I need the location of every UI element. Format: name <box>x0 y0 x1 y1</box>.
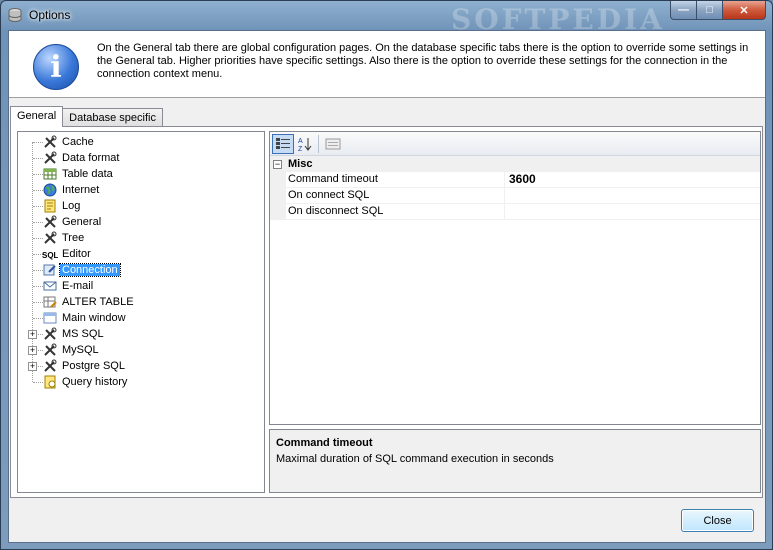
tools-icon <box>42 230 58 246</box>
svg-text:A: A <box>298 138 303 145</box>
property-value[interactable]: 3600 <box>505 172 760 187</box>
category-label: Misc <box>288 158 313 170</box>
dialog-client: i On the General tab there are global co… <box>8 30 766 543</box>
minimize-button[interactable]: — <box>670 1 697 20</box>
tab-strip: General Database specific <box>10 106 163 127</box>
tree-item-main-window[interactable]: Main window <box>42 310 128 326</box>
tree-item-postgre-sql[interactable]: Postgre SQL <box>42 358 127 374</box>
tree-item-general[interactable]: General <box>42 214 103 230</box>
log-icon <box>42 198 58 214</box>
tree-item-label: MS SQL <box>62 328 104 340</box>
svg-text:Z: Z <box>298 146 303 152</box>
globe-icon <box>42 182 58 198</box>
maximize-button[interactable]: □ <box>697 1 723 20</box>
tree-item-label: Internet <box>62 184 100 196</box>
tree-item-table-data[interactable]: Table data <box>42 166 115 182</box>
tree-item-label: E-mail <box>62 280 94 292</box>
tools-icon <box>42 134 58 150</box>
tools-icon <box>42 326 58 342</box>
property-name: On disconnect SQL <box>286 204 505 219</box>
tree-item-label: Query history <box>62 376 128 388</box>
close-window-button[interactable]: ✕ <box>723 1 766 20</box>
property-toolbar: A Z <box>270 132 760 156</box>
tab-panel: Cache Data format Table data Internet Log Gen… <box>10 126 763 498</box>
expand-icon[interactable]: + <box>28 362 37 371</box>
categorized-button[interactable] <box>272 134 294 154</box>
database-icon <box>8 8 22 22</box>
history-icon <box>42 374 58 390</box>
property-row[interactable]: Command timeout 3600 <box>270 172 760 188</box>
window-title: Options <box>29 8 71 22</box>
info-text: On the General tab there are global conf… <box>97 42 749 80</box>
categorized-icon <box>276 138 290 149</box>
svg-text:SQL: SQL <box>42 251 58 260</box>
tree-item-editor[interactable]: SQL Editor <box>42 246 93 262</box>
tree-item-label: Table data <box>62 168 113 180</box>
table-icon <box>42 166 58 182</box>
tools-icon <box>42 150 58 166</box>
description-panel: Command timeout Maximal duration of SQL … <box>269 429 761 493</box>
sql-icon: SQL <box>42 246 58 262</box>
sort-az-icon: A Z <box>298 138 312 152</box>
tree-item-mysql[interactable]: MySQL <box>42 342 101 358</box>
window-icon <box>42 310 58 326</box>
tree-item-log[interactable]: Log <box>42 198 82 214</box>
alter-table-icon <box>42 294 58 310</box>
tree-item-label: Tree <box>62 232 85 244</box>
info-panel: i On the General tab there are global co… <box>9 31 765 98</box>
property-rows: − Misc Command timeout 3600 On connect S… <box>270 156 760 220</box>
description-text: Maximal duration of SQL command executio… <box>276 453 554 465</box>
tree-item-label: General <box>62 216 102 228</box>
tree-item-label: MySQL <box>62 344 99 356</box>
title-bar[interactable]: Options SOFTPEDIA — □ ✕ <box>1 1 772 36</box>
tree-item-label: Postgre SQL <box>62 360 125 372</box>
property-pages-button[interactable] <box>322 134 344 154</box>
property-value[interactable] <box>505 204 760 219</box>
tree-item-tree[interactable]: Tree <box>42 230 86 246</box>
tree-item-label: Cache <box>62 136 94 148</box>
category-row[interactable]: − Misc <box>270 156 760 172</box>
tools-icon <box>42 358 58 374</box>
tree-item-label: ALTER TABLE <box>62 296 134 308</box>
tab-database-specific[interactable]: Database specific <box>62 108 163 127</box>
property-name: On connect SQL <box>286 188 505 203</box>
tools-icon <box>42 214 58 230</box>
tree-item-connection[interactable]: Connection <box>42 262 121 278</box>
tree-item-label: Connection <box>59 263 121 277</box>
tools-icon <box>42 342 58 358</box>
tree-item-label: Log <box>62 200 81 212</box>
info-icon: i <box>33 44 79 90</box>
property-row[interactable]: On disconnect SQL <box>270 204 760 220</box>
property-name: Command timeout <box>286 172 505 187</box>
tree-item-alter-table[interactable]: ALTER TABLE <box>42 294 136 310</box>
alphabetical-button[interactable]: A Z <box>294 134 316 154</box>
collapse-icon[interactable]: − <box>273 159 282 169</box>
options-window: Options SOFTPEDIA — □ ✕ i On the General… <box>0 0 773 550</box>
property-grid: A Z − Misc Command timeout 3600 On conne… <box>269 131 761 425</box>
maximize-icon: □ <box>706 4 713 16</box>
property-pages-icon <box>325 138 341 150</box>
expand-icon[interactable]: + <box>28 346 37 355</box>
toolbar-separator <box>318 135 319 153</box>
tree-item-data-format[interactable]: Data format <box>42 150 121 166</box>
tree-item-label: Data format <box>62 152 120 164</box>
tree-item-query-history[interactable]: Query history <box>42 374 129 390</box>
tree-item-internet[interactable]: Internet <box>42 182 101 198</box>
description-title: Command timeout <box>276 437 373 449</box>
close-icon: ✕ <box>739 4 749 17</box>
property-value[interactable] <box>505 188 760 203</box>
tree-item-ms-sql[interactable]: MS SQL <box>42 326 106 342</box>
tree-item-label: Main window <box>62 312 126 324</box>
settings-tree[interactable]: Cache Data format Table data Internet Log Gen… <box>17 131 265 493</box>
property-row[interactable]: On connect SQL <box>270 188 760 204</box>
tree-item-label: Editor <box>62 248 91 260</box>
expand-icon[interactable]: + <box>28 330 37 339</box>
close-button[interactable]: Close <box>681 509 754 532</box>
minimize-icon: — <box>678 4 689 16</box>
tree-item-cache[interactable]: Cache <box>42 134 96 150</box>
tab-general[interactable]: General <box>10 106 64 127</box>
connection-icon <box>42 262 58 278</box>
tree-item-e-mail[interactable]: E-mail <box>42 278 95 294</box>
email-icon <box>42 278 58 294</box>
